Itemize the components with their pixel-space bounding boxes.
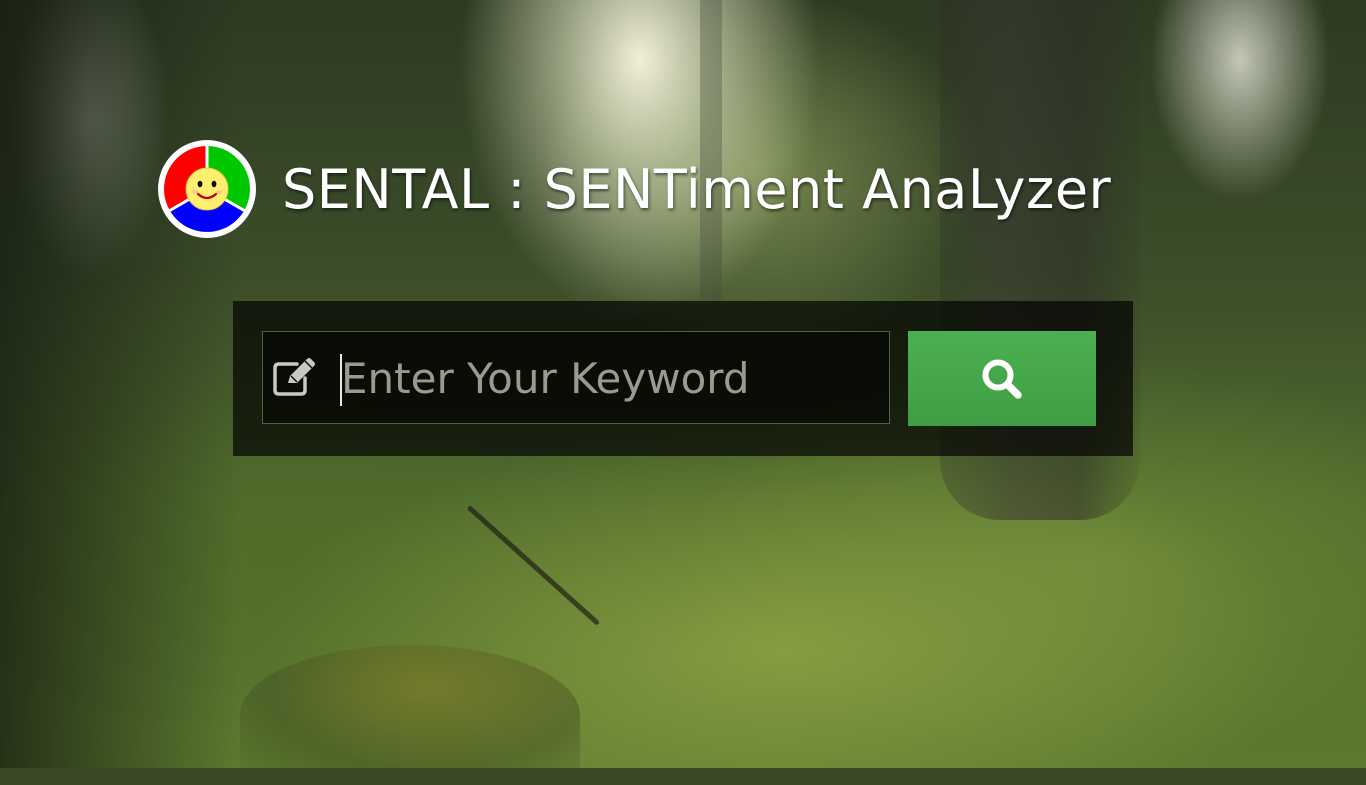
search-icon xyxy=(982,359,1022,399)
search-panel xyxy=(233,301,1133,456)
app-title: SENTAL : SENTiment AnaLyzer xyxy=(282,157,1112,221)
search-button[interactable] xyxy=(908,331,1096,426)
app-header: SENTAL : SENTiment AnaLyzer xyxy=(158,140,1111,238)
keyword-input[interactable] xyxy=(341,342,871,414)
keyword-input-container[interactable] xyxy=(262,331,890,424)
background-shadow xyxy=(0,0,240,768)
smiley-face-logo-icon xyxy=(158,140,256,238)
edit-pencil-icon xyxy=(273,358,315,396)
background-moss-rock xyxy=(240,645,580,785)
